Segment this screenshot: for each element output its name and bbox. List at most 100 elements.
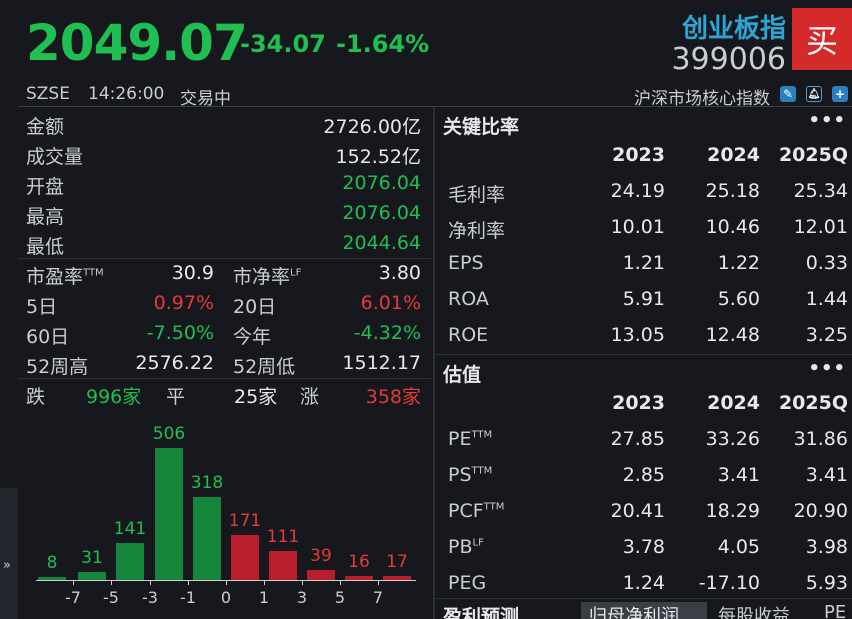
- amount-label: 金额: [26, 116, 65, 138]
- ratios-row-label: 毛利率: [448, 184, 506, 206]
- w52-low-value: 1512.17: [342, 352, 421, 374]
- valuation-divider: [435, 354, 852, 355]
- index-name: 创业板指: [681, 14, 786, 44]
- breadth-bar: [116, 543, 144, 580]
- ratios-cell: 24.19: [610, 180, 665, 202]
- valuation-cell: -17.10: [698, 572, 760, 594]
- valuation-cell: 3.78: [622, 536, 665, 558]
- quote-time: 14:26:00: [88, 84, 165, 104]
- valuation-col-header: 2024: [707, 392, 760, 414]
- x-tick-label: 5: [334, 588, 346, 607]
- valuation-cell: 5.93: [805, 572, 848, 594]
- valuation-cell: 2.85: [622, 464, 665, 486]
- valuation-cell: 3.41: [717, 464, 760, 486]
- ratios-cell: 25.34: [793, 180, 848, 202]
- bell-icon[interactable]: 🔔︎: [806, 86, 822, 102]
- valuation-cell: 3.98: [805, 536, 848, 558]
- ratios-cell: 3.25: [805, 324, 848, 346]
- valuation-row-label: PSTTM: [448, 464, 493, 486]
- pb-label: 市净率LF: [233, 266, 302, 288]
- open-value: 2076.04: [342, 172, 421, 194]
- plus-icon[interactable]: +: [832, 86, 848, 102]
- ratios-more-button[interactable]: •••: [808, 110, 846, 131]
- d20-label: 20日: [233, 296, 277, 318]
- high-label: 最高: [26, 206, 65, 228]
- valuation-col-header: 2025Q: [778, 392, 848, 414]
- w52-high-value: 2576.22: [135, 352, 214, 374]
- index-code: 399006: [671, 42, 786, 77]
- up-count: 358家: [365, 386, 421, 408]
- open-label: 开盘: [26, 176, 65, 198]
- ytd-value: -4.32%: [353, 322, 421, 344]
- forecast-title: 盈利预测: [443, 606, 520, 619]
- amount-value: 2726.00亿: [323, 116, 421, 138]
- valuation-cell: 4.05: [717, 536, 760, 558]
- breadth-bar-label: 141: [113, 519, 147, 539]
- price-change-percent: -1.64%: [336, 30, 430, 58]
- valuation-row-label: PCFTTM: [448, 500, 505, 522]
- ratios-row-label: EPS: [448, 252, 484, 274]
- valuation-more-button[interactable]: •••: [808, 358, 846, 379]
- flat-count: 25家: [234, 386, 278, 408]
- flat-label: 平: [166, 386, 186, 408]
- breadth-bar: [269, 551, 297, 580]
- collapse-handle[interactable]: »: [0, 488, 18, 619]
- valuation-row-label: PETTM: [448, 428, 493, 450]
- d5-value: 0.97%: [153, 292, 214, 314]
- pe-value: 30.9: [171, 262, 214, 284]
- valuation-cell: 1.24: [622, 572, 665, 594]
- ratios-cell: 25.18: [705, 180, 760, 202]
- x-tick-label: 3: [296, 588, 308, 607]
- breadth-bar-label: 16: [348, 552, 370, 572]
- ratios-title: 关键比率: [443, 116, 520, 138]
- x-tick-label: 0: [220, 588, 232, 607]
- ratios-cell: 12.01: [793, 216, 848, 238]
- tab-eps[interactable]: 每股收益: [718, 602, 790, 619]
- chevron-right-icon: »: [3, 558, 11, 573]
- breadth-bar-label: 318: [190, 473, 224, 493]
- x-tick-label: -7: [65, 588, 81, 607]
- valuation-title: 估值: [443, 364, 482, 386]
- ratios-cell: 1.44: [805, 288, 848, 310]
- down-count: 996家: [86, 386, 142, 408]
- edit-icon[interactable]: ✎: [780, 86, 796, 102]
- breadth-divider: [18, 378, 431, 379]
- d60-value: -7.50%: [146, 322, 214, 344]
- valuation-row-label: PEG: [448, 572, 487, 594]
- tab-pe[interactable]: PE: [824, 602, 846, 619]
- exchange-code: SZSE: [26, 84, 70, 104]
- valuation-col-header: 2023: [612, 392, 665, 414]
- breadth-bar-label: 171: [228, 511, 262, 531]
- breadth-bar-label: 506: [152, 424, 186, 444]
- ratios-row-label: 净利率: [448, 220, 506, 242]
- chart-baseline: [36, 580, 416, 581]
- ratios-cell: 1.21: [622, 252, 665, 274]
- ratios-cell: 5.60: [717, 288, 760, 310]
- ytd-label: 今年: [233, 326, 272, 348]
- ratios-cell: 1.22: [717, 252, 760, 274]
- valuation-cell: 18.29: [705, 500, 760, 522]
- header-divider: [18, 106, 852, 107]
- ratios-row-label: ROE: [448, 324, 489, 346]
- x-tick-label: -5: [103, 588, 119, 607]
- breadth-bar-label: 31: [81, 548, 103, 568]
- ratios-cell: 10.01: [610, 216, 665, 238]
- x-tick-label: -3: [142, 588, 158, 607]
- buy-button[interactable]: 买: [792, 8, 852, 70]
- valuation-cell: 31.86: [793, 428, 848, 450]
- ratios-cell: 10.46: [705, 216, 760, 238]
- tab-net-profit[interactable]: 归母净利润: [581, 602, 707, 619]
- panel-divider: [433, 107, 435, 619]
- valuation-cell: 27.85: [610, 428, 665, 450]
- pb-value: 3.80: [378, 262, 421, 284]
- valuation-cell: 33.26: [705, 428, 760, 450]
- volume-value: 152.52亿: [335, 146, 421, 168]
- low-value: 2044.64: [342, 232, 421, 254]
- ratios-col-header: 2023: [612, 144, 665, 166]
- breadth-bar-label: 111: [266, 527, 300, 547]
- breadth-bar: [307, 570, 335, 580]
- price-change: -34.07: [240, 30, 326, 58]
- last-price: 2049.07: [26, 14, 248, 72]
- x-tick-label: -1: [180, 588, 196, 607]
- forecast-divider: [435, 598, 852, 599]
